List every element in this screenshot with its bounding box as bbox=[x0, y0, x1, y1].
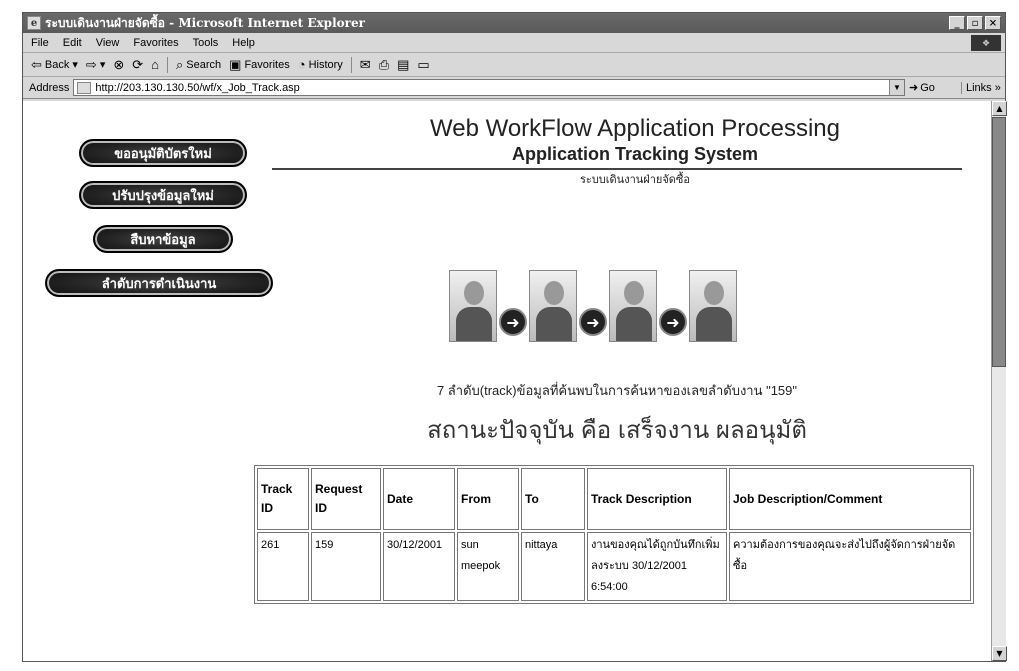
person-photo bbox=[609, 270, 657, 342]
search-label: Search bbox=[186, 58, 222, 71]
sidebar-button-search[interactable]: สืบหาข้อมูล bbox=[93, 225, 233, 253]
favorites-icon: ▣ bbox=[229, 56, 242, 72]
cell-track-id: 261 bbox=[257, 532, 309, 601]
cell-from: sun meepok bbox=[457, 532, 519, 601]
go-button[interactable]: ➜ Go bbox=[909, 81, 957, 95]
go-label: Go bbox=[920, 81, 935, 94]
scroll-up-icon[interactable]: ▲ bbox=[992, 101, 1007, 116]
arrow-right-icon: ➜ bbox=[499, 308, 527, 336]
forward-button[interactable]: ⇨ ▾ bbox=[86, 57, 105, 73]
col-request-id: Request ID bbox=[311, 468, 381, 530]
mail-icon[interactable]: ✉ bbox=[360, 57, 371, 73]
address-label: Address bbox=[29, 81, 70, 94]
table-header-row: Track ID Request ID Date From To Track D… bbox=[257, 468, 971, 530]
menu-help[interactable]: Help bbox=[232, 37, 255, 49]
address-url[interactable]: http://203.130.130.50/wf/x_Job_Track.asp bbox=[95, 82, 299, 94]
home-icon[interactable]: ⌂ bbox=[151, 57, 159, 72]
col-date: Date bbox=[383, 468, 455, 530]
arrow-right-icon: ➜ bbox=[659, 308, 687, 336]
close-button[interactable]: × bbox=[985, 16, 1001, 30]
chevron-down-icon[interactable]: ▼ bbox=[889, 80, 904, 95]
history-label: History bbox=[308, 58, 343, 71]
cell-to: nittaya bbox=[521, 532, 585, 601]
person-photo bbox=[689, 270, 737, 342]
windows-logo-icon: ❖ bbox=[971, 35, 1001, 51]
address-input[interactable]: http://203.130.130.50/wf/x_Job_Track.asp… bbox=[73, 79, 905, 96]
col-track-description: Track Description bbox=[587, 468, 727, 530]
sidebar-button-tracking[interactable]: ลำดับการดำเนินงาน bbox=[45, 269, 273, 297]
sidebar-button-new-card[interactable]: ขออนุมัติบัตรใหม่ bbox=[79, 139, 247, 167]
refresh-icon[interactable]: ⟳ bbox=[132, 57, 143, 73]
track-table: Track ID Request ID Date From To Track D… bbox=[254, 465, 974, 604]
toolbar: ⇦ Back ▾ ⇨ ▾ ⊗ ⟳ ⌂ ⌕ Search ▣ Favorites ◔ Hist… bbox=[23, 53, 1005, 77]
person-photo bbox=[449, 270, 497, 342]
cell-job-description: ความต้องการของคุณจะส่งไปถึงผู้จัดการฝ่าย… bbox=[729, 532, 971, 601]
page-thai-subtitle: ระบบเดินงานฝ่ายจัดซื้อ bbox=[580, 174, 690, 186]
address-bar: Address http://203.130.130.50/wf/x_Job_T… bbox=[23, 77, 1005, 99]
go-arrow-icon: ➜ bbox=[909, 82, 919, 94]
cell-track-description: งานของคุณได้ถูกบันทึกเพิ่มลงระบบ 30/12/2… bbox=[587, 532, 727, 601]
col-track-id: Track ID bbox=[257, 468, 309, 530]
menu-bar: File Edit View Favorites Tools Help ❖ bbox=[23, 33, 1005, 53]
toolbar-separator bbox=[350, 56, 352, 73]
search-result-summary: 7 ลำดับ(track)ข้อมูลที่ค้นพบในการค้นหาขอ… bbox=[436, 383, 798, 398]
person-photo bbox=[529, 270, 577, 342]
history-icon: ◔ bbox=[297, 57, 306, 72]
table-row: 261 159 30/12/2001 sun meepok nittaya งา… bbox=[257, 532, 971, 601]
menu-favorites[interactable]: Favorites bbox=[133, 37, 178, 49]
search-button[interactable]: ⌕ Search bbox=[176, 57, 221, 73]
col-to: To bbox=[521, 468, 585, 530]
arrow-right-icon: ➜ bbox=[579, 308, 607, 336]
links-button[interactable]: Links » bbox=[961, 81, 1005, 94]
title-bar: e ระบบเดินงานฝ่ายจัดซื้อ - Microsoft Int… bbox=[23, 13, 1005, 33]
menu-file[interactable]: File bbox=[31, 37, 49, 49]
page-icon bbox=[77, 81, 92, 94]
scroll-down-icon[interactable]: ▼ bbox=[992, 646, 1007, 661]
search-icon: ⌕ bbox=[176, 56, 184, 72]
minimize-button[interactable]: _ bbox=[949, 16, 965, 30]
menu-view[interactable]: View bbox=[96, 37, 120, 49]
back-button[interactable]: ⇦ Back ▾ bbox=[31, 57, 78, 73]
app-header: Web WorkFlow Application Processing Appl… bbox=[295, 115, 975, 188]
page-title: Web WorkFlow Application Processing bbox=[430, 115, 840, 142]
menu-tools[interactable]: Tools bbox=[193, 37, 219, 49]
vertical-scrollbar[interactable]: ▲ ▼ bbox=[991, 101, 1007, 661]
back-arrow-icon: ⇦ bbox=[31, 56, 42, 72]
discuss-icon[interactable]: ▭ bbox=[417, 57, 429, 73]
chevron-down-icon[interactable]: ▾ bbox=[72, 58, 78, 71]
edit-icon[interactable]: ▤ bbox=[397, 57, 409, 73]
scrollbar-thumb[interactable] bbox=[992, 117, 1006, 367]
favorites-button[interactable]: ▣ Favorites bbox=[229, 57, 290, 73]
favorites-label: Favorites bbox=[244, 58, 290, 71]
menu-edit[interactable]: Edit bbox=[63, 37, 82, 49]
forward-arrow-icon: ⇨ bbox=[85, 56, 97, 72]
col-from: From bbox=[457, 468, 519, 530]
print-icon[interactable]: ⎙ bbox=[379, 57, 389, 73]
stop-icon[interactable]: ⊗ bbox=[113, 57, 124, 73]
page-subtitle: Application Tracking System bbox=[511, 144, 759, 164]
back-label: Back bbox=[44, 58, 70, 71]
header-divider bbox=[272, 168, 962, 170]
history-button[interactable]: ◔ History bbox=[298, 57, 343, 72]
window-title: ระบบเดินงานฝ่ายจัดซื้อ - Microsoft Inter… bbox=[45, 15, 365, 30]
current-status: สถานะปัจจุบัน คือ เสร็จงาน ผลอนุมัติ bbox=[427, 417, 807, 444]
chevron-down-icon[interactable]: ▾ bbox=[100, 58, 106, 71]
workflow-graphic: ➜ ➜ ➜ bbox=[449, 262, 737, 342]
cell-date: 30/12/2001 bbox=[383, 532, 455, 601]
ie-icon: e bbox=[27, 16, 41, 30]
cell-request-id: 159 bbox=[311, 532, 381, 601]
toolbar-separator bbox=[167, 56, 169, 73]
col-job-description: Job Description/Comment bbox=[729, 468, 971, 530]
sidebar-button-update[interactable]: ปรับปรุงข้อมูลใหม่ bbox=[79, 181, 247, 209]
maximize-button[interactable]: ▫ bbox=[967, 16, 983, 30]
